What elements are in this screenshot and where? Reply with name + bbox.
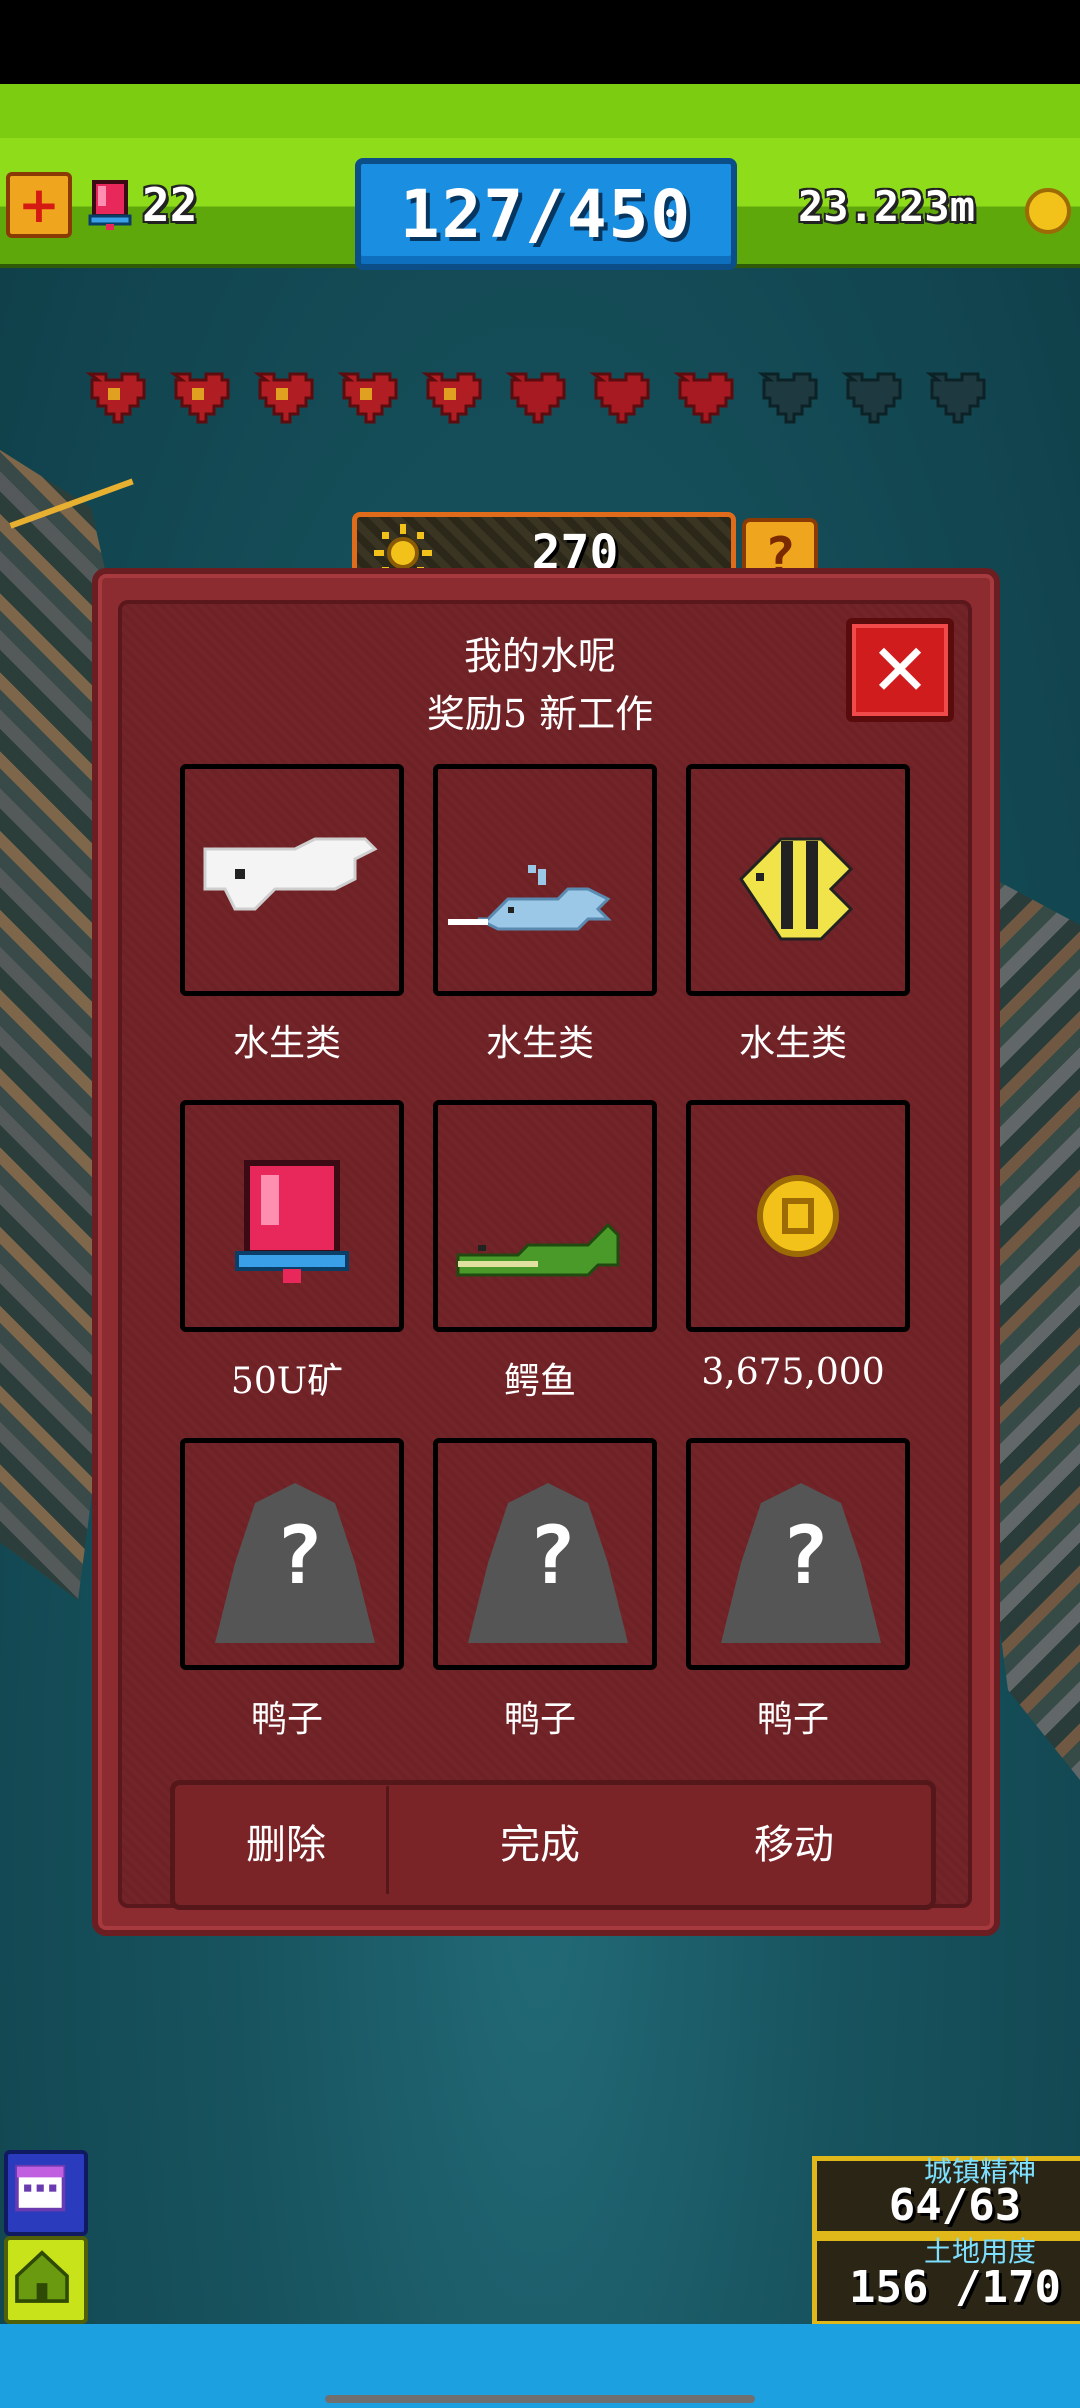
reward-tile-3[interactable]: [686, 764, 910, 996]
calendar-button[interactable]: [4, 2150, 88, 2236]
reward-tile-1[interactable]: [180, 764, 404, 996]
delete-button[interactable]: 删除: [166, 1812, 406, 1870]
calendar-icon: [15, 2164, 66, 2212]
reward-label-9: 鸭子: [756, 1699, 829, 1740]
reward-tile-9[interactable]: ?: [686, 1438, 910, 1670]
reward-tile-7[interactable]: ?: [180, 1438, 404, 1670]
home-icon: [15, 2250, 69, 2303]
mystery-icon: ?: [721, 1483, 881, 1643]
spirit-value: 64/63: [888, 2180, 1022, 2231]
complete-button[interactable]: 完成: [420, 1812, 660, 1870]
svg-text:?: ?: [781, 1509, 829, 1602]
crocodile-icon: [456, 1222, 620, 1277]
reward-label-4: 50U矿: [230, 1361, 344, 1402]
add-button[interactable]: +: [6, 172, 72, 238]
heart-icon: [754, 366, 818, 426]
reward-label-2: 水生类: [485, 1023, 594, 1064]
mystery-icon: ?: [215, 1483, 375, 1643]
reward-label-7: 鸭子: [250, 1699, 323, 1740]
close-icon: ✕: [869, 628, 931, 712]
coin-icon: [757, 1175, 839, 1257]
heart-icon: [838, 366, 902, 426]
money-value: 23.223m: [798, 182, 976, 231]
white-whale-icon: [203, 837, 378, 911]
reward-tile-6[interactable]: [686, 1100, 910, 1332]
mystery-icon: ?: [468, 1483, 628, 1643]
striped-fish-icon: [739, 837, 854, 941]
svg-text:?: ?: [275, 1509, 323, 1602]
heart-icon: [418, 366, 482, 426]
close-button[interactable]: ✕: [846, 618, 954, 722]
alarm-icon: [235, 1160, 349, 1283]
home-button[interactable]: [4, 2236, 88, 2324]
coin-icon: [1025, 188, 1071, 234]
reward-label-6: 3,675,000: [701, 1352, 885, 1393]
hearts-row: [82, 366, 1002, 426]
heart-icon: [166, 366, 230, 426]
home-indicator[interactable]: [325, 2395, 755, 2403]
heart-icon: [922, 366, 986, 426]
move-button[interactable]: 移动: [674, 1812, 914, 1870]
svg-text:?: ?: [528, 1509, 576, 1602]
heart-icon: [502, 366, 566, 426]
alarm-icon: [88, 180, 132, 230]
heart-icon: [334, 366, 398, 426]
heart-icon: [250, 366, 314, 426]
reward-tile-4[interactable]: [180, 1100, 404, 1332]
alarm-count: 22: [142, 178, 198, 232]
reward-label-3: 水生类: [738, 1023, 847, 1064]
population-display[interactable]: 127/450: [355, 158, 737, 270]
heart-icon: [82, 366, 146, 426]
dialog-subtitle: 奖励5 新工作: [426, 692, 654, 736]
reward-tile-8[interactable]: ?: [433, 1438, 657, 1670]
land-value: 156 /170: [849, 2262, 1061, 2313]
reward-tile-5[interactable]: [433, 1100, 657, 1332]
plus-icon: +: [18, 176, 60, 234]
dialog-title: 我的水呢: [463, 634, 616, 678]
reward-tile-2[interactable]: [433, 764, 657, 996]
population-value: 127/450: [399, 175, 693, 253]
narwhal-icon: [448, 865, 612, 931]
status-bar: [0, 0, 1080, 84]
reward-label-1: 水生类: [232, 1023, 341, 1064]
heart-icon: [670, 366, 734, 426]
reward-label-5: 鳄鱼: [503, 1361, 576, 1402]
reward-label-8: 鸭子: [503, 1699, 576, 1740]
heart-icon: [586, 366, 650, 426]
